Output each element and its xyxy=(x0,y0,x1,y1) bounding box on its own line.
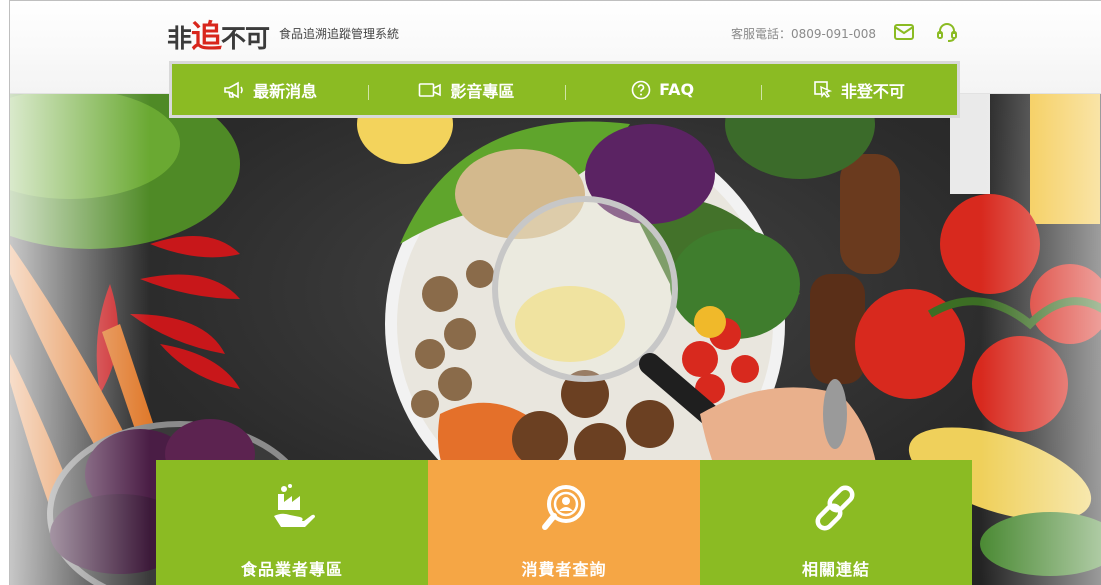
video-camera-icon xyxy=(419,82,442,97)
logo-wordmark: 非追不可 xyxy=(167,19,270,55)
link-icon xyxy=(815,485,855,531)
nav-label: FAQ xyxy=(659,80,695,99)
nav-item-login[interactable]: 非登不可 xyxy=(760,64,957,115)
magnifier-user-icon xyxy=(542,485,585,530)
tile-related-links[interactable]: 相關連結 xyxy=(700,460,972,585)
hotline-text: 客服電話：0809-091-008 xyxy=(731,27,877,41)
login-pointer-icon xyxy=(814,80,833,98)
megaphone-icon xyxy=(224,81,243,98)
headset-icon[interactable] xyxy=(935,20,959,44)
page-frame: 非追不可 食品追溯追蹤管理系統 客服電話：0809-091-008 最新消息 影… xyxy=(9,0,1101,585)
tile-label: 消費者查詢 xyxy=(521,560,607,579)
tile-consumer-query[interactable]: 消費者查詢 xyxy=(428,460,700,585)
nav-item-faq[interactable]: FAQ xyxy=(564,64,761,115)
site-logo[interactable]: 非追不可 食品追溯追蹤管理系統 xyxy=(167,11,399,56)
mail-icon[interactable] xyxy=(892,20,916,44)
nav-label: 影音專區 xyxy=(450,81,515,101)
feature-tiles: 食品業者專區 消費者查詢 相關連結 xyxy=(156,460,972,585)
tile-label: 食品業者專區 xyxy=(240,560,343,579)
nav-label: 非登不可 xyxy=(840,81,905,101)
system-name: 食品追溯追蹤管理系統 xyxy=(279,27,400,41)
tile-label: 相關連結 xyxy=(801,560,870,579)
nav-item-video[interactable]: 影音專區 xyxy=(368,64,564,115)
factory-hand-icon xyxy=(274,484,315,527)
main-nav: 最新消息 影音專區 FAQ 非登不可 xyxy=(169,61,960,118)
nav-item-news[interactable]: 最新消息 xyxy=(172,64,368,115)
question-icon xyxy=(631,80,651,99)
nav-label: 最新消息 xyxy=(253,81,318,101)
tile-food-business[interactable]: 食品業者專區 xyxy=(156,460,428,585)
